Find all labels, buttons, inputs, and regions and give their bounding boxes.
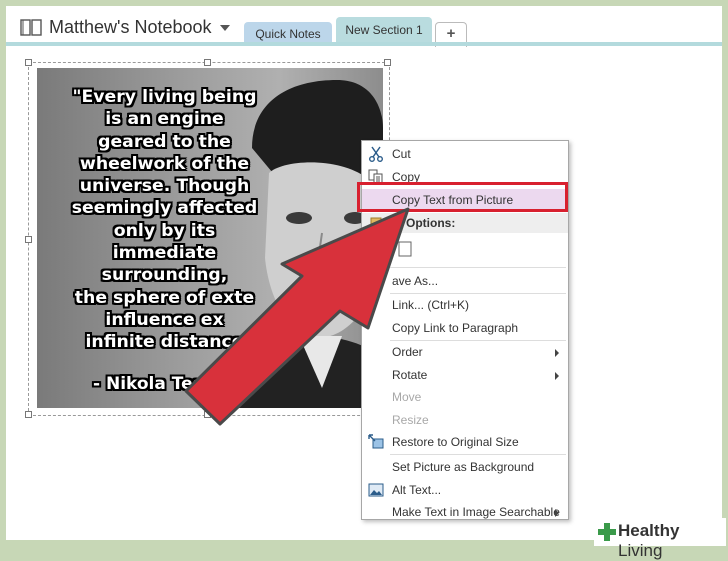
pointer-arrow-icon — [184, 207, 410, 426]
healthy-living-watermark: Healthy Living — [594, 518, 726, 560]
brand-cross-icon — [598, 523, 616, 541]
brand-name-bold: Healthy — [618, 521, 680, 540]
brand-name-rest: Living — [618, 541, 663, 560]
brand-name: Healthy Living — [618, 521, 726, 561]
onenote-window: Matthew's Notebook Quick Notes New Secti… — [6, 6, 722, 540]
